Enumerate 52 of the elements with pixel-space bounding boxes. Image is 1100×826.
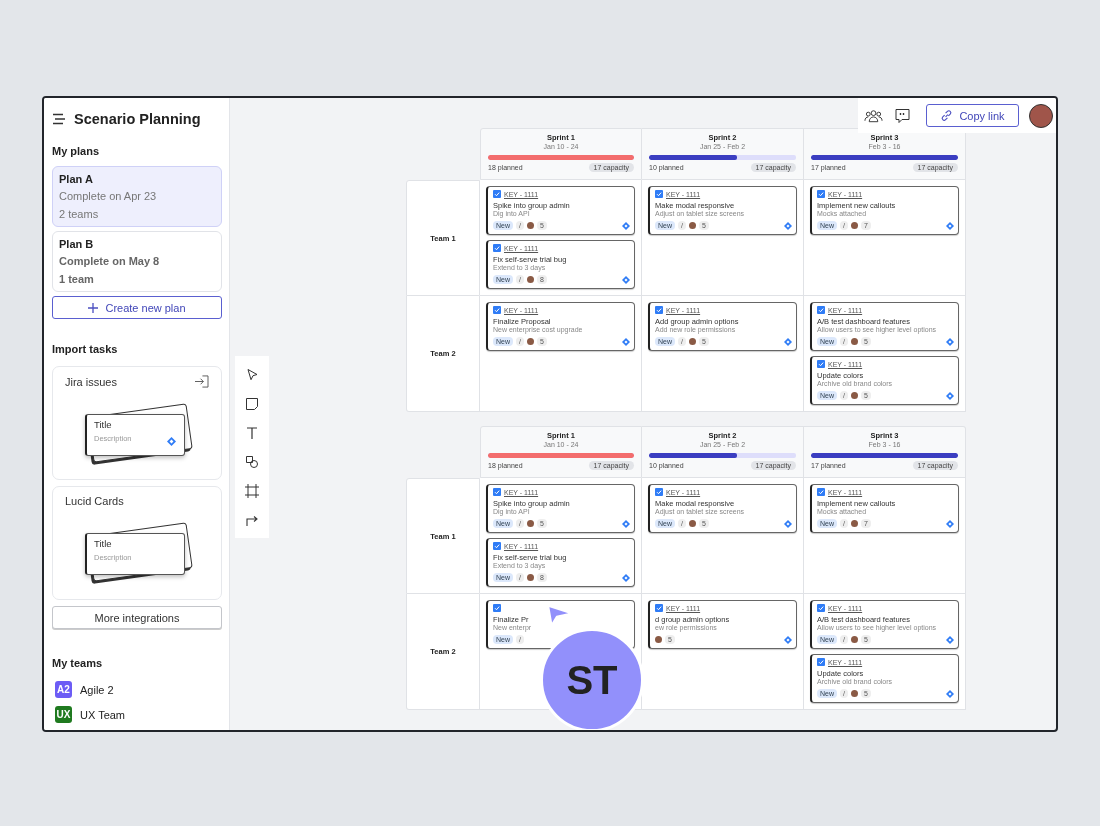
section-heading: My teams: [52, 657, 104, 669]
team-name[interactable]: UX Team: [80, 708, 126, 721]
checkbox[interactable]: [817, 658, 825, 667]
checkbox[interactable]: [817, 306, 825, 315]
checkbox[interactable]: [493, 306, 501, 315]
checkbox[interactable]: [493, 190, 501, 198]
plan-completion: Complete on Apr 23: [59, 189, 158, 204]
preview-title: Title: [94, 419, 113, 430]
checkbox[interactable]: [493, 488, 501, 497]
people-icon[interactable]: [864, 107, 883, 124]
team-badge: UX: [55, 706, 72, 723]
app-title: Scenario Planning: [74, 111, 201, 127]
integration-name: Lucid Cards: [65, 495, 124, 507]
user-avatar[interactable]: [1029, 103, 1053, 128]
section-heading: My plans: [52, 145, 101, 157]
more-integrations-button[interactable]: More integrations: [52, 606, 222, 629]
checkbox[interactable]: [493, 604, 501, 613]
plan-card[interactable]: Plan A Complete on Apr 23 2 teams: [52, 166, 222, 227]
comment-icon[interactable]: [893, 107, 912, 124]
team-name[interactable]: Agile 2: [80, 683, 114, 696]
checkbox[interactable]: [493, 244, 501, 253]
create-plan-button[interactable]: Create new plan: [52, 296, 222, 319]
checkbox[interactable]: [817, 360, 825, 369]
link-icon: [940, 109, 954, 122]
checkbox[interactable]: [655, 488, 663, 497]
checkbox[interactable]: [655, 306, 663, 315]
shapes-icon[interactable]: [245, 454, 259, 469]
diamond-icon: [167, 437, 176, 446]
copy-link-button[interactable]: Copy link: [926, 104, 1019, 127]
preview-title: Title: [94, 538, 113, 549]
plan-team-count: 2 teams: [59, 206, 100, 222]
sticky-note-icon[interactable]: [245, 396, 259, 411]
checkbox[interactable]: [817, 190, 825, 198]
menu-icon[interactable]: [52, 113, 66, 125]
section-heading: Import tasks: [52, 343, 119, 355]
frame-icon[interactable]: [245, 483, 259, 498]
plan-name: Plan A: [59, 172, 94, 187]
text-icon[interactable]: [245, 425, 259, 440]
checkbox[interactable]: [493, 542, 501, 551]
checkbox[interactable]: [655, 190, 663, 198]
plan-team-count: 1 team: [59, 271, 95, 287]
plan-completion: Complete on May 8: [59, 254, 161, 269]
checkbox[interactable]: [817, 488, 825, 497]
integration-name: Jira issues: [65, 375, 117, 388]
import-icon[interactable]: [194, 375, 209, 388]
plan-name: Plan B: [59, 237, 95, 252]
plan-card[interactable]: Plan B Complete on May 8 1 team: [52, 231, 222, 292]
checkbox[interactable]: [655, 604, 663, 613]
plus-icon: [88, 302, 99, 313]
team-badge: A2: [55, 681, 72, 698]
checkbox[interactable]: [817, 604, 825, 613]
pointer-icon[interactable]: [245, 367, 259, 382]
